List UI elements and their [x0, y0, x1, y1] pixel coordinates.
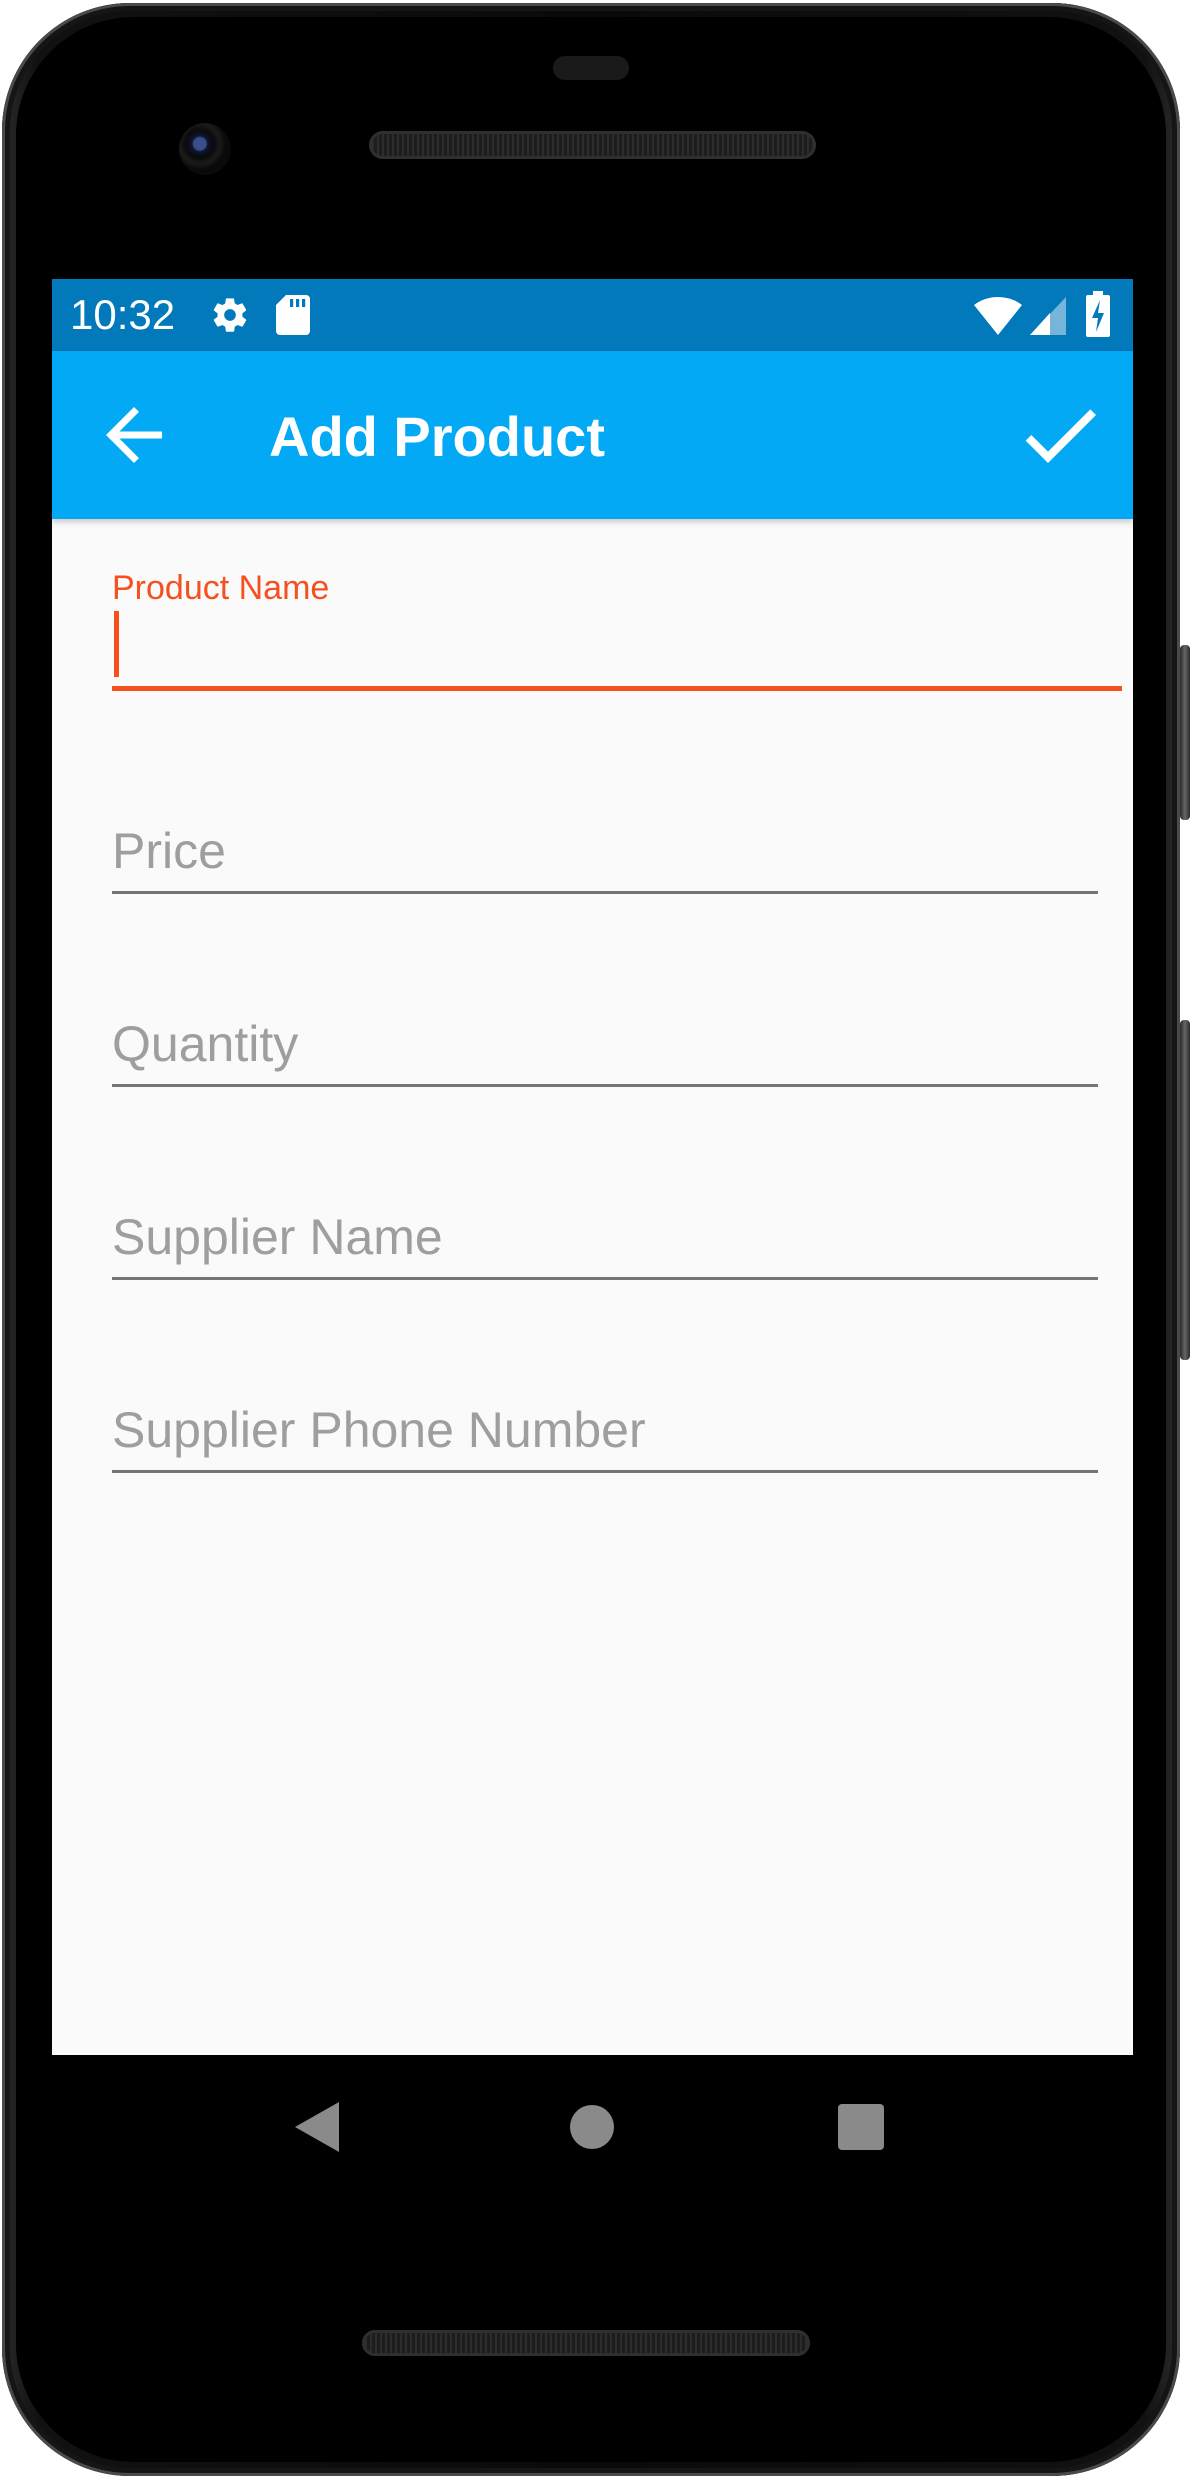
text-caret: [114, 611, 119, 677]
quantity-input[interactable]: [112, 1014, 1098, 1074]
arrow-back-icon: [106, 407, 162, 463]
product-name-input[interactable]: [112, 608, 1072, 668]
save-button[interactable]: [1012, 387, 1108, 483]
supplier-name-field: [112, 1207, 1098, 1280]
check-icon: [1025, 409, 1096, 463]
back-button[interactable]: [92, 393, 176, 477]
price-underline: [112, 891, 1098, 894]
supplier-phone-input[interactable]: [112, 1400, 1098, 1460]
volume-button: [1180, 1020, 1190, 1360]
page-title: Add Product: [269, 405, 605, 468]
quantity-underline: [112, 1084, 1098, 1087]
top-sensor: [553, 56, 629, 80]
signal-icon: [1030, 297, 1066, 340]
bottom-speaker: [362, 2330, 810, 2356]
sd-card-icon: [276, 295, 310, 340]
app-screen: 10:32 Add Product Product Name Price Qua…: [52, 279, 1133, 2055]
earpiece-speaker: [369, 131, 816, 159]
supplier-phone-underline: [112, 1470, 1098, 1473]
gear-icon: [210, 295, 250, 340]
front-camera: [179, 123, 231, 175]
price-input[interactable]: [112, 821, 1098, 881]
product-name-field: Product Name: [112, 568, 1122, 691]
status-bar: 10:32: [52, 279, 1133, 351]
power-button: [1180, 645, 1190, 820]
supplier-name-underline: [112, 1277, 1098, 1280]
nav-recents-button[interactable]: [838, 2104, 884, 2150]
nav-home-button[interactable]: [570, 2105, 614, 2149]
app-bar: Add Product: [52, 351, 1133, 519]
status-time: 10:32: [70, 291, 176, 338]
product-name-label: Product Name: [112, 569, 330, 607]
quantity-field: [112, 1014, 1098, 1087]
supplier-phone-field: [112, 1400, 1098, 1473]
price-field: [112, 821, 1098, 894]
nav-back-button[interactable]: [295, 2102, 339, 2157]
battery-charging-icon: [1086, 291, 1110, 342]
supplier-name-input[interactable]: [112, 1207, 1098, 1267]
wifi-icon: [974, 297, 1022, 340]
nav-back-icon: [295, 2102, 339, 2152]
product-name-underline: [112, 686, 1122, 691]
